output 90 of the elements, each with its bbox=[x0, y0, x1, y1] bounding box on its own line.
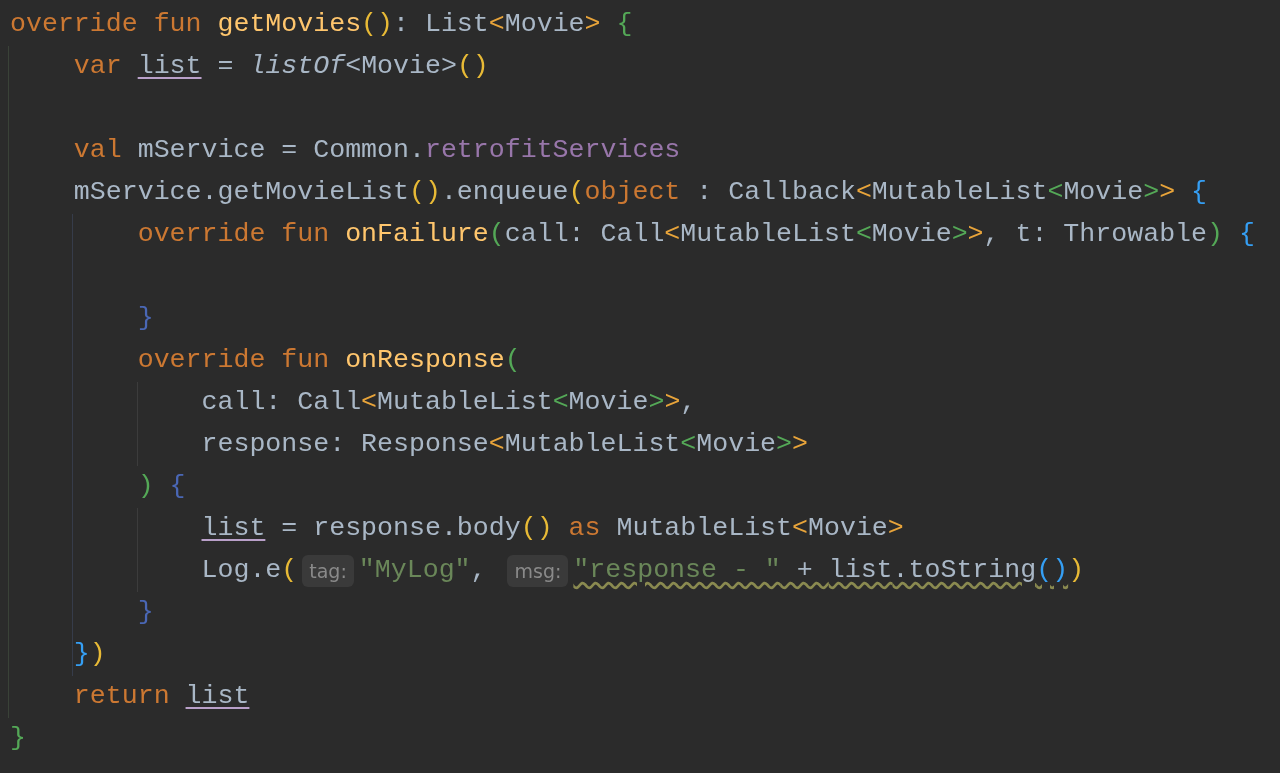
code-text: = bbox=[216, 50, 235, 84]
code-text: .toString bbox=[892, 554, 1037, 588]
code-text: ( bbox=[568, 176, 585, 210]
code-text: < bbox=[680, 428, 697, 462]
code-text: as bbox=[567, 512, 601, 546]
code-text: listOf bbox=[249, 50, 346, 84]
code-text: Movie bbox=[696, 428, 777, 462]
code-text: } bbox=[137, 596, 154, 630]
code-text: () bbox=[361, 8, 394, 42]
code-text: < bbox=[488, 428, 505, 462]
code-text: object bbox=[584, 176, 681, 210]
code-text: ) bbox=[1068, 554, 1085, 588]
code-text: ( bbox=[488, 218, 505, 252]
code-text: + bbox=[795, 554, 814, 588]
code-text: Movie bbox=[1063, 176, 1144, 210]
code-text: { bbox=[1237, 218, 1255, 252]
code-text: = response.body bbox=[280, 512, 521, 546]
code-text: () bbox=[520, 512, 553, 546]
code-text: ) bbox=[89, 638, 106, 672]
code-text: } bbox=[10, 722, 26, 756]
code-text: { bbox=[615, 8, 633, 42]
code-text: : Callback bbox=[695, 176, 856, 210]
code-text: < bbox=[792, 512, 808, 546]
code-text: < bbox=[1047, 176, 1064, 210]
code-text: ( bbox=[281, 554, 298, 588]
code-text: return bbox=[73, 680, 171, 714]
code-text: > bbox=[951, 218, 968, 252]
code-text: retrofitServices bbox=[424, 134, 681, 168]
code-text: ) bbox=[1207, 218, 1223, 252]
code-text: > bbox=[887, 512, 904, 546]
code-text: var bbox=[73, 50, 123, 84]
code-text: onFailure bbox=[345, 218, 489, 252]
code-text: () bbox=[1036, 554, 1069, 588]
code-text: > bbox=[664, 386, 681, 420]
code-text: MutableList bbox=[871, 176, 1048, 210]
code-text: MutableList bbox=[615, 512, 793, 546]
code-text: mService = Common. bbox=[136, 134, 425, 168]
code-text: > bbox=[648, 386, 665, 420]
code-text: , bbox=[680, 386, 697, 420]
code-text: override fun bbox=[10, 8, 203, 42]
code-text: "MyLog" bbox=[358, 554, 471, 588]
code-text: Movie bbox=[871, 218, 952, 252]
parameter-hint: msg: bbox=[507, 554, 569, 588]
code-text: < bbox=[664, 218, 681, 252]
code-text: Movie bbox=[504, 8, 585, 42]
code-text: MutableList bbox=[680, 218, 856, 252]
code-text: override fun bbox=[137, 218, 331, 252]
code-text: mService.getMovieList bbox=[73, 176, 409, 210]
code-text: > bbox=[1143, 176, 1160, 210]
code-text: : List bbox=[393, 8, 489, 42]
parameter-hint: tag: bbox=[302, 554, 354, 588]
code-text: call: Call bbox=[504, 218, 665, 252]
code-text: > bbox=[1159, 176, 1176, 210]
code-text: list bbox=[201, 512, 266, 546]
code-text: call: Call bbox=[201, 386, 362, 420]
code-text: Log.e bbox=[201, 554, 282, 588]
code-text: MutableList bbox=[377, 386, 553, 420]
code-text: > bbox=[792, 428, 808, 462]
code-text: < bbox=[552, 386, 569, 420]
code-text: .enqueue bbox=[440, 176, 569, 210]
code-text: Movie bbox=[568, 386, 649, 420]
code-text: < bbox=[361, 386, 378, 420]
code-text: getMovies bbox=[217, 8, 362, 42]
code-text: > bbox=[776, 428, 793, 462]
code-text: MutableList bbox=[504, 428, 681, 462]
code-text: < bbox=[855, 218, 872, 252]
code-text: val bbox=[73, 134, 122, 168]
code-text: list bbox=[137, 50, 202, 84]
code-text: > bbox=[967, 218, 984, 252]
code-text: , bbox=[470, 554, 488, 588]
code-text: { bbox=[168, 470, 186, 504]
code-text: { bbox=[1190, 176, 1208, 210]
code-text: > bbox=[584, 8, 601, 42]
code-text: Movie bbox=[808, 512, 888, 546]
code-text: () bbox=[456, 50, 489, 84]
code-text: list bbox=[828, 554, 893, 588]
code-text: < bbox=[488, 8, 505, 42]
code-text: list bbox=[185, 680, 250, 714]
code-text: < bbox=[855, 176, 872, 210]
code-text: } bbox=[137, 302, 154, 336]
code-text: "response - " bbox=[573, 554, 781, 588]
code-text: onResponse bbox=[345, 344, 505, 378]
code-text: response: Response bbox=[201, 428, 489, 462]
code-text: ) bbox=[137, 470, 154, 504]
code-text: override fun bbox=[137, 344, 331, 378]
code-text: <Movie> bbox=[345, 50, 457, 84]
code-text: ( bbox=[504, 344, 521, 378]
code-text: } bbox=[73, 638, 90, 672]
code-text: () bbox=[409, 176, 441, 210]
code-text: , t: Throwable bbox=[983, 218, 1207, 252]
